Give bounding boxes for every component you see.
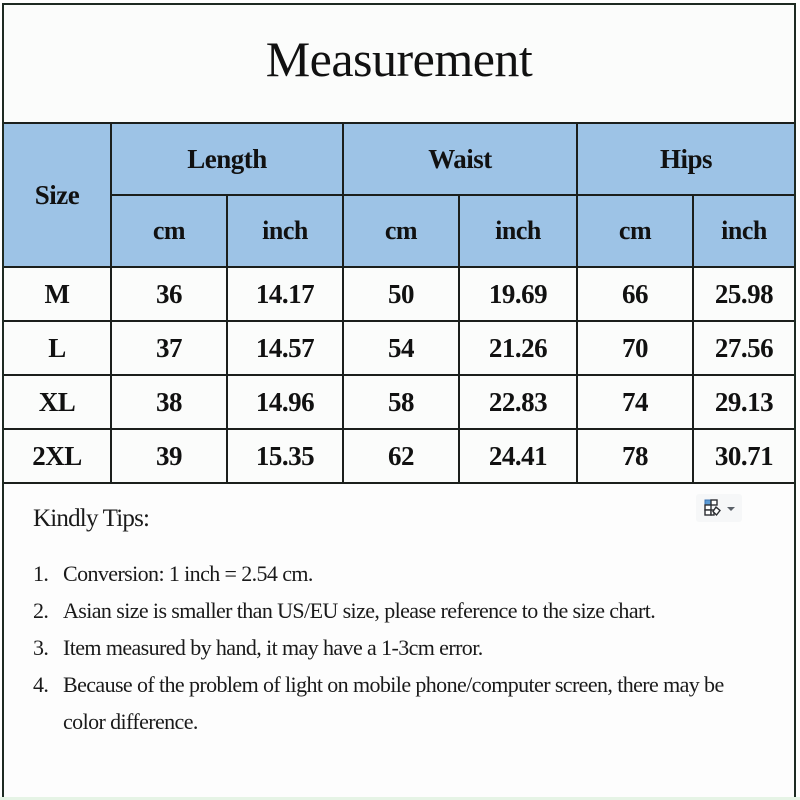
tip-item: 2. Asian size is smaller than US/EU size… xyxy=(33,592,753,629)
cell-waist-cm: 58 xyxy=(342,374,460,430)
cell-length-inch: 14.96 xyxy=(226,374,344,430)
cell-hips-cm: 74 xyxy=(576,374,695,430)
tip-number: 3. xyxy=(33,635,49,660)
cell-hips-cm: 66 xyxy=(576,266,695,322)
cell-waist-inch: 19.69 xyxy=(457,266,579,322)
cell-length-cm: 37 xyxy=(110,320,228,376)
tip-number: 4. xyxy=(33,672,49,697)
title-box: Measurement xyxy=(4,5,794,123)
cell-hips-inch: 29.13 xyxy=(692,374,795,430)
tip-text: Because of the problem of light on mobil… xyxy=(63,672,724,734)
table-row: XL 38 14.96 58 22.83 74 29.13 xyxy=(4,374,795,430)
cell-waist-cm: 54 xyxy=(342,320,460,376)
tip-number: 1. xyxy=(33,561,49,586)
header-row-groups: Size Length Waist Hips xyxy=(4,122,795,268)
cell-waist-inch: 21.26 xyxy=(457,320,579,376)
cell-size: 2XL xyxy=(4,428,112,484)
cell-waist-cm: 50 xyxy=(342,266,460,322)
tip-item: 1. Conversion: 1 inch = 2.54 cm. xyxy=(33,555,753,592)
tips-section: Kindly Tips: 1. Conversion: 1 inch = 2.5… xyxy=(33,505,753,740)
tip-text: Conversion: 1 inch = 2.54 cm. xyxy=(63,561,313,586)
tip-item: 4. Because of the problem of light on mo… xyxy=(33,666,753,740)
tips-list: 1. Conversion: 1 inch = 2.54 cm. 2. Asia… xyxy=(33,555,753,740)
cell-length-cm: 38 xyxy=(110,374,228,430)
header-unit-length-cm: cm xyxy=(111,194,228,268)
header-unit-hips-inch: inch xyxy=(692,194,795,268)
cell-hips-inch: 25.98 xyxy=(692,266,795,322)
cell-length-inch: 15.35 xyxy=(226,428,344,484)
cell-waist-inch: 24.41 xyxy=(457,428,579,484)
table-row: 2XL 39 15.35 62 24.41 78 30.71 xyxy=(4,428,795,484)
cell-hips-inch: 27.56 xyxy=(692,320,795,376)
header-size: Size xyxy=(4,122,112,268)
cell-length-cm: 39 xyxy=(110,428,228,484)
header-group-waist: Waist xyxy=(341,122,579,196)
cell-hips-cm: 70 xyxy=(576,320,695,376)
header-unit-hips-cm: cm xyxy=(576,194,695,268)
cell-waist-cm: 62 xyxy=(342,428,460,484)
header-unit-waist-inch: inch xyxy=(457,194,579,268)
cell-size: XL xyxy=(4,374,112,430)
page-title: Measurement xyxy=(265,31,533,87)
cell-size: L xyxy=(4,320,112,376)
cell-length-inch: 14.17 xyxy=(226,266,344,322)
tip-text: Item measured by hand, it may have a 1-3… xyxy=(63,635,483,660)
size-table: Size Length Waist Hips cm inch cm inch c… xyxy=(4,122,795,484)
cell-length-cm: 36 xyxy=(110,266,228,322)
header-group-length: Length xyxy=(110,122,344,196)
tip-number: 2. xyxy=(33,598,49,623)
header-unit-length-inch: inch xyxy=(226,194,344,268)
header-group-hips: Hips xyxy=(576,122,795,196)
header-row-units: cm inch cm inch cm inch xyxy=(4,194,795,268)
cell-size: M xyxy=(4,266,112,322)
tip-text: Asian size is smaller than US/EU size, p… xyxy=(63,598,656,623)
tips-title: Kindly Tips: xyxy=(33,505,150,532)
header-unit-waist-cm: cm xyxy=(342,194,460,268)
table-row: L 37 14.57 54 21.26 70 27.56 xyxy=(4,320,795,376)
cell-length-inch: 14.57 xyxy=(226,320,344,376)
cell-waist-inch: 22.83 xyxy=(457,374,579,430)
cell-hips-cm: 78 xyxy=(576,428,695,484)
tip-item: 3. Item measured by hand, it may have a … xyxy=(33,629,753,666)
cell-hips-inch: 30.71 xyxy=(692,428,795,484)
table-row: M 36 14.17 50 19.69 66 25.98 xyxy=(4,266,795,322)
